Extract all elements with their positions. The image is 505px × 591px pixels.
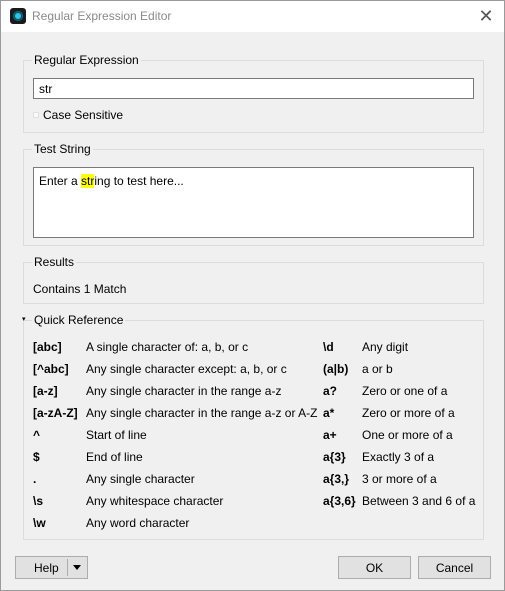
ref-code: a* — [323, 406, 335, 420]
close-button[interactable]: ✕ — [468, 1, 504, 32]
ref-code: \w — [33, 516, 46, 530]
ref-code: (a|b) — [323, 362, 349, 376]
window-title: Regular Expression Editor — [32, 9, 172, 23]
quick-reference-row: [abc] A single character of: a, b, or c \d… — [33, 340, 478, 362]
ref-code: ^ — [33, 428, 41, 442]
regex-input[interactable] — [33, 78, 474, 99]
ref-code: a{3,} — [323, 472, 350, 486]
quick-reference-row: \s Any whitespace character a{3,6} Between … — [33, 494, 478, 516]
ref-description: Start of line — [86, 428, 147, 442]
ref-code: a+ — [323, 428, 337, 442]
help-button[interactable]: Help — [15, 556, 88, 579]
cancel-button[interactable]: Cancel — [418, 556, 491, 579]
ref-description: Zero or more of a — [362, 406, 455, 420]
ref-description: Zero or one of a — [362, 384, 448, 398]
quick-reference-label: Quick Reference — [32, 313, 126, 327]
help-split-divider — [67, 559, 68, 576]
quick-reference-table: [abc] A single character of: a, b, or c \d… — [33, 340, 478, 538]
ref-description: One or more of a — [362, 428, 453, 442]
ref-description: Any whitespace character — [86, 494, 224, 508]
quick-reference-row: [a-z] Any single character in the range a… — [33, 384, 478, 406]
test-string-group: Test String Enter a string to test here.… — [23, 142, 484, 246]
ref-code: [a-z] — [33, 384, 58, 398]
test-text-before: Enter a — [39, 174, 82, 188]
app-icon — [10, 8, 26, 24]
ref-description: Any single character — [86, 472, 195, 486]
ref-description: a or b — [362, 362, 393, 376]
quick-reference-row: [^abc] Any single character except: a, b,… — [33, 362, 478, 384]
ref-code: a? — [323, 384, 338, 398]
ref-description: End of line — [86, 450, 143, 464]
test-string-input[interactable]: Enter a string to test here... — [33, 167, 474, 238]
ref-description: 3 or more of a — [362, 472, 437, 486]
case-sensitive-row[interactable]: Case Sensitive — [33, 108, 123, 122]
ok-button[interactable]: OK — [338, 556, 411, 579]
ref-description: Any word character — [86, 516, 190, 530]
results-group: Results Contains 1 Match — [23, 255, 484, 304]
quick-reference-row: [a-zA-Z] Any single character in the rang… — [33, 406, 478, 428]
regular-expression-label: Regular Expression — [32, 53, 141, 67]
ref-description: Any single character in the range a-z — [86, 384, 282, 398]
ref-code: [abc] — [33, 340, 62, 354]
ref-code: $ — [33, 450, 40, 464]
quick-reference-row: $ End of line a{3} Exactly 3 of a — [33, 450, 478, 472]
quick-reference-row: ^ Start of line a+ One or more of a — [33, 428, 478, 450]
quick-reference-row: . Any single character a{3,} 3 or more of a — [33, 472, 478, 494]
regex-editor-dialog: Regular Expression Editor ✕ Regular Expr… — [0, 0, 505, 591]
case-sensitive-label: Case Sensitive — [43, 108, 124, 122]
match-highlight: str — [81, 174, 95, 188]
ref-description: A single character of: a, b, or c — [86, 340, 249, 354]
ref-description: Exactly 3 of a — [362, 450, 435, 464]
ref-description: Any single character except: a, b, or c — [86, 362, 287, 376]
case-sensitive-checkbox[interactable] — [33, 112, 39, 118]
ref-description: Any digit — [362, 340, 409, 354]
test-string-label: Test String — [32, 142, 93, 156]
ref-code: . — [33, 472, 37, 486]
regular-expression-group: Regular Expression Case Sensitive — [23, 53, 484, 133]
ref-code: [^abc] — [33, 362, 69, 376]
quick-reference-row: \w Any word character — [33, 516, 478, 538]
collapse-arrow-icon[interactable]: ▾ — [22, 315, 26, 323]
title-bar: Regular Expression Editor ✕ — [1, 1, 504, 32]
ref-description: Any single character in the range a-z or… — [86, 406, 318, 420]
ref-code: a{3,6} — [323, 494, 356, 508]
ref-description: Between 3 and 6 of a — [362, 494, 476, 508]
ref-code: \d — [323, 340, 334, 354]
help-button-label: Help — [34, 560, 59, 575]
dropdown-arrow-icon[interactable] — [73, 565, 81, 570]
results-label: Results — [32, 255, 77, 269]
results-text: Contains 1 Match — [33, 282, 127, 296]
ref-code: a{3} — [323, 450, 346, 464]
ref-code: [a-zA-Z] — [33, 406, 78, 420]
ref-code: \s — [33, 494, 44, 508]
test-text-after: ing to test here... — [94, 174, 184, 188]
quick-reference-group: ▾ Quick Reference [abc] A single characte… — [22, 313, 484, 540]
